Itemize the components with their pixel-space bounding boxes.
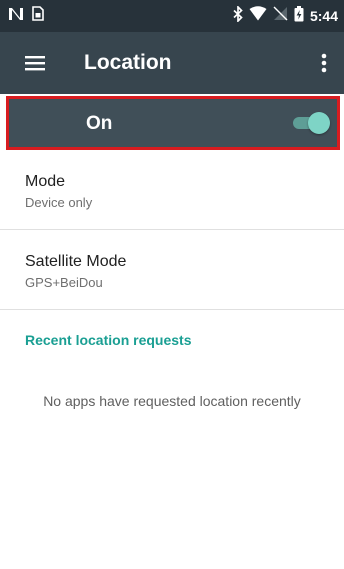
- status-bar-right: 5:44: [233, 4, 338, 27]
- wifi-icon: [249, 6, 267, 26]
- pref-item-satellite-mode[interactable]: Satellite Mode GPS+BeiDou: [0, 230, 344, 310]
- no-signal-icon: [273, 6, 288, 26]
- status-bar: 5:44: [0, 0, 344, 32]
- app-toolbar: Location: [0, 32, 344, 94]
- bluetooth-icon: [233, 4, 243, 27]
- toggle-thumb: [308, 112, 330, 134]
- recent-requests-empty-text: No apps have requested location recently: [43, 393, 301, 409]
- pref-item-mode[interactable]: Mode Device only: [0, 150, 344, 230]
- pref-title: Mode: [25, 173, 66, 190]
- more-vert-icon[interactable]: [314, 50, 334, 76]
- location-toggle-switch[interactable]: [293, 112, 330, 134]
- hamburger-menu-icon[interactable]: [22, 52, 48, 74]
- location-master-switch-bar[interactable]: On: [6, 96, 340, 150]
- sim-notification-icon: [32, 6, 44, 26]
- pref-title: Satellite Mode: [25, 253, 127, 270]
- status-bar-left: [8, 6, 44, 26]
- switch-label: On: [86, 113, 113, 134]
- location-settings-screen: 5:44 Location On Mode Device only Satell…: [0, 0, 344, 569]
- battery-icon: [294, 5, 304, 27]
- status-time: 5:44: [309, 8, 338, 24]
- nfc-icon: [8, 7, 24, 26]
- pref-summary: Device only: [25, 195, 93, 210]
- pref-summary: GPS+BeiDou: [25, 275, 103, 290]
- recent-requests-header: Recent location requests: [25, 332, 192, 348]
- page-title: Location: [84, 51, 172, 74]
